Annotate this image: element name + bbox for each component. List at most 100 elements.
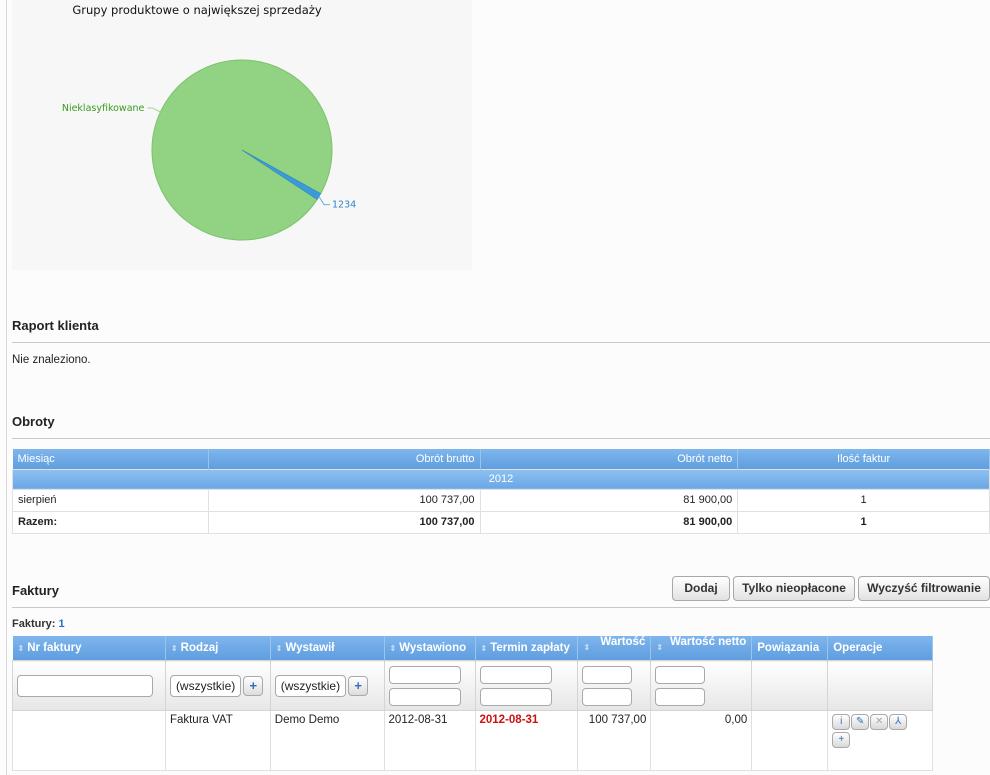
invoice-due-cell: 2012-08-31 <box>474 710 579 771</box>
invoice-number-filter-input[interactable] <box>17 674 153 697</box>
info-icon[interactable]: i <box>832 714 851 730</box>
filter-cell-due <box>474 660 579 711</box>
month-cell: sierpień <box>12 488 209 512</box>
invoice-net-value-cell: 0,00 <box>650 710 753 771</box>
add-issuer-filter-icon[interactable]: + <box>348 675 369 696</box>
invoice-issuer-cell: Demo Demo <box>269 710 385 771</box>
net-cell: 81 900,00 <box>479 488 739 512</box>
sort-icon: ⇕ <box>583 643 591 652</box>
filter-cell-net-value <box>650 660 753 711</box>
client-report-divider <box>12 342 990 343</box>
column-header-net[interactable]: Obrót netto <box>480 449 739 469</box>
sort-icon: ⇕ <box>170 644 178 653</box>
filter-cell-issuer: (wszystkie) + <box>269 660 385 711</box>
column-header-label: Wystawiono <box>399 642 467 654</box>
column-header-value[interactable]: ⇕ Wartość <box>577 636 652 661</box>
column-header-net-value[interactable]: ⇕ Wartość netto <box>650 636 753 661</box>
invoices-table: ⇕ Nr faktury ⇕ Rodzaj ⇕ Wystawił ⇕ Wystawion… <box>12 636 933 771</box>
filter-row: (wszystkie) + (wszystkie) + <box>12 660 933 711</box>
net-value-to-input[interactable] <box>655 687 706 706</box>
invoices-title: Faktury <box>12 583 59 598</box>
column-header-due-date[interactable]: ⇕ Termin zapłaty <box>475 636 579 661</box>
filter-cell-type: (wszystkie) + <box>164 660 271 711</box>
column-header-links: Powiązania <box>751 636 829 661</box>
pie-chart: Nieklasyfikowane 1234 <box>62 59 356 241</box>
pie-label-1234: 1234 <box>332 200 356 211</box>
turnover-title: Obroty <box>12 414 55 429</box>
column-header-label: Wartość <box>600 636 646 648</box>
net-value-from-input[interactable] <box>655 665 706 684</box>
total-net: 81 900,00 <box>479 510 739 534</box>
pie-label-nieklasyfikowane: Nieklasyfikowane <box>62 103 145 114</box>
filter-cell-issued <box>383 660 476 711</box>
total-row: Razem: 100 737,00 81 900,00 1 <box>12 510 990 534</box>
due-to-input[interactable] <box>479 687 552 706</box>
issued-from-input[interactable] <box>388 665 461 684</box>
invoice-operations-cell: i ✎ ✕ ⅄ + <box>827 710 933 771</box>
column-header-gross[interactable]: Obrót brutto <box>208 449 481 469</box>
column-header-label: Nr faktury <box>27 642 82 654</box>
total-count: 1 <box>737 510 990 534</box>
filter-cell-number <box>12 660 166 711</box>
table-row: sierpień 100 737,00 81 900,00 1 <box>12 488 990 512</box>
filter-cell-value <box>577 660 652 711</box>
due-from-input[interactable] <box>479 665 552 684</box>
turnover-header-row: Miesiąc Obrót brutto Obrót netto Ilość f… <box>12 449 990 469</box>
value-from-input[interactable] <box>582 665 633 684</box>
year-group-label: 2012 <box>12 468 990 490</box>
gross-cell: 100 737,00 <box>207 488 481 512</box>
invoices-divider <box>12 607 990 608</box>
column-header-issuer[interactable]: ⇕ Wystawił <box>270 636 385 661</box>
unpaid-only-button[interactable]: Tylko nieopłacone <box>733 576 855 601</box>
year-group-row: 2012 <box>12 468 990 490</box>
count-cell: 1 <box>737 488 990 512</box>
column-header-invoice-number[interactable]: ⇕ Nr faktury <box>12 636 166 661</box>
column-header-label: Wartość netto <box>670 636 747 648</box>
turnover-divider <box>12 438 990 439</box>
filter-cell-links <box>751 660 829 711</box>
column-header-invoice-count[interactable]: Ilość faktur <box>737 449 990 469</box>
column-header-month[interactable]: Miesiąc <box>12 449 209 469</box>
invoice-type-cell: Faktura VAT <box>164 710 271 771</box>
sort-icon: ⇕ <box>656 643 664 652</box>
column-header-issued[interactable]: ⇕ Wystawiono <box>384 636 476 661</box>
pdf-icon[interactable]: ⅄ <box>889 714 908 730</box>
left-border <box>6 0 7 775</box>
sort-icon: ⇕ <box>17 644 25 653</box>
client-report-title: Raport klienta <box>12 318 99 333</box>
invoices-header-row: ⇕ Nr faktury ⇕ Rodzaj ⇕ Wystawił ⇕ Wystawion… <box>12 636 933 661</box>
sort-icon: ⇕ <box>275 644 283 653</box>
total-label: Razem: <box>12 510 209 534</box>
column-header-label: Termin zapłaty <box>490 642 570 654</box>
pie-leader-line-1234 <box>318 196 331 206</box>
total-gross: 100 737,00 <box>207 510 481 534</box>
invoice-links-cell <box>751 710 829 771</box>
turnover-table: Miesiąc Obrót brutto Obrót netto Ilość f… <box>12 449 990 534</box>
delete-icon[interactable]: ✕ <box>870 714 889 730</box>
add-icon[interactable]: + <box>832 732 851 748</box>
pie-leader-line-nieklasyfikowane <box>147 107 161 113</box>
invoice-value-cell: 100 737,00 <box>577 710 652 771</box>
invoice-issued-cell: 2012-08-31 <box>383 710 476 771</box>
table-row: Faktura VAT Demo Demo 2012-08-31 2012-08… <box>12 710 933 771</box>
invoice-number-cell <box>12 710 166 771</box>
value-to-input[interactable] <box>582 687 633 706</box>
invoice-count-label: Faktury: <box>12 618 56 630</box>
client-report-message: Nie znaleziono. <box>12 354 91 366</box>
type-filter-select[interactable]: (wszystkie) <box>169 674 242 697</box>
pie-chart-panel: Grupy produktowe o największej sprzedaży… <box>12 0 472 270</box>
invoice-count-value: 1 <box>58 618 65 630</box>
column-header-type[interactable]: ⇕ Rodzaj <box>165 636 271 661</box>
clear-filter-button[interactable]: Wyczyść filtrowanie <box>858 576 990 601</box>
filter-cell-operations <box>827 660 933 711</box>
issuer-filter-select[interactable]: (wszystkie) <box>274 674 347 697</box>
column-header-operations: Operacje <box>827 636 933 661</box>
edit-icon[interactable]: ✎ <box>851 714 870 730</box>
issued-to-input[interactable] <box>388 687 461 706</box>
sort-icon: ⇕ <box>389 644 397 653</box>
add-invoice-button[interactable]: Dodaj <box>672 576 730 601</box>
column-header-label: Wystawił <box>285 642 335 654</box>
column-header-label: Rodzaj <box>180 642 219 654</box>
sort-icon: ⇕ <box>480 644 488 653</box>
add-type-filter-icon[interactable]: + <box>243 675 264 696</box>
